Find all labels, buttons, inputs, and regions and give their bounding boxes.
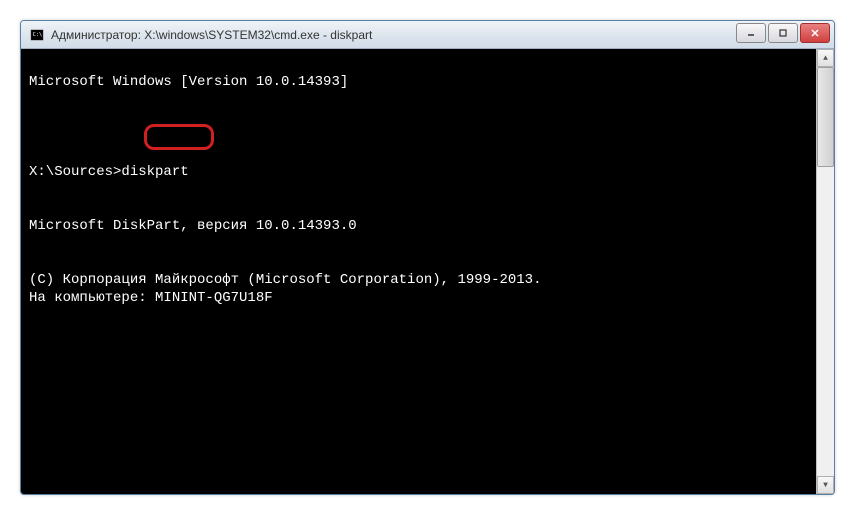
blank-line — [29, 181, 808, 199]
cmd-window: C:\ Администратор: X:\windows\SYSTEM32\c… — [20, 20, 835, 495]
close-button[interactable] — [800, 23, 830, 43]
terminal-output[interactable]: Microsoft Windows [Version 10.0.14393] X… — [21, 49, 816, 494]
scroll-down-button[interactable]: ▼ — [817, 476, 834, 494]
cmd-icon: C:\ — [29, 27, 45, 43]
blank-line — [29, 127, 808, 145]
window-title: Администратор: X:\windows\SYSTEM32\cmd.e… — [51, 28, 372, 42]
window-controls — [736, 23, 830, 43]
maximize-button[interactable] — [768, 23, 798, 43]
minimize-button[interactable] — [736, 23, 766, 43]
vertical-scrollbar[interactable]: ▲ ▼ — [816, 49, 834, 494]
command-text: diskpart — [121, 164, 188, 180]
output-line: На компьютере: MININT-QG7U18F — [29, 290, 273, 306]
scroll-thumb[interactable] — [817, 67, 834, 167]
blank-line — [29, 235, 808, 253]
terminal-area: Microsoft Windows [Version 10.0.14393] X… — [21, 49, 834, 494]
output-line: (C) Корпорация Майкрософт (Microsoft Cor… — [29, 272, 541, 288]
scroll-up-button[interactable]: ▲ — [817, 49, 834, 67]
blank-line — [29, 91, 808, 109]
output-line: Microsoft Windows [Version 10.0.14393] — [29, 74, 348, 90]
titlebar[interactable]: C:\ Администратор: X:\windows\SYSTEM32\c… — [21, 21, 834, 49]
svg-text:C:\: C:\ — [33, 31, 42, 37]
output-line: Microsoft DiskPart, версия 10.0.14393.0 — [29, 218, 357, 234]
prompt-text: X:\Sources> — [29, 164, 121, 180]
